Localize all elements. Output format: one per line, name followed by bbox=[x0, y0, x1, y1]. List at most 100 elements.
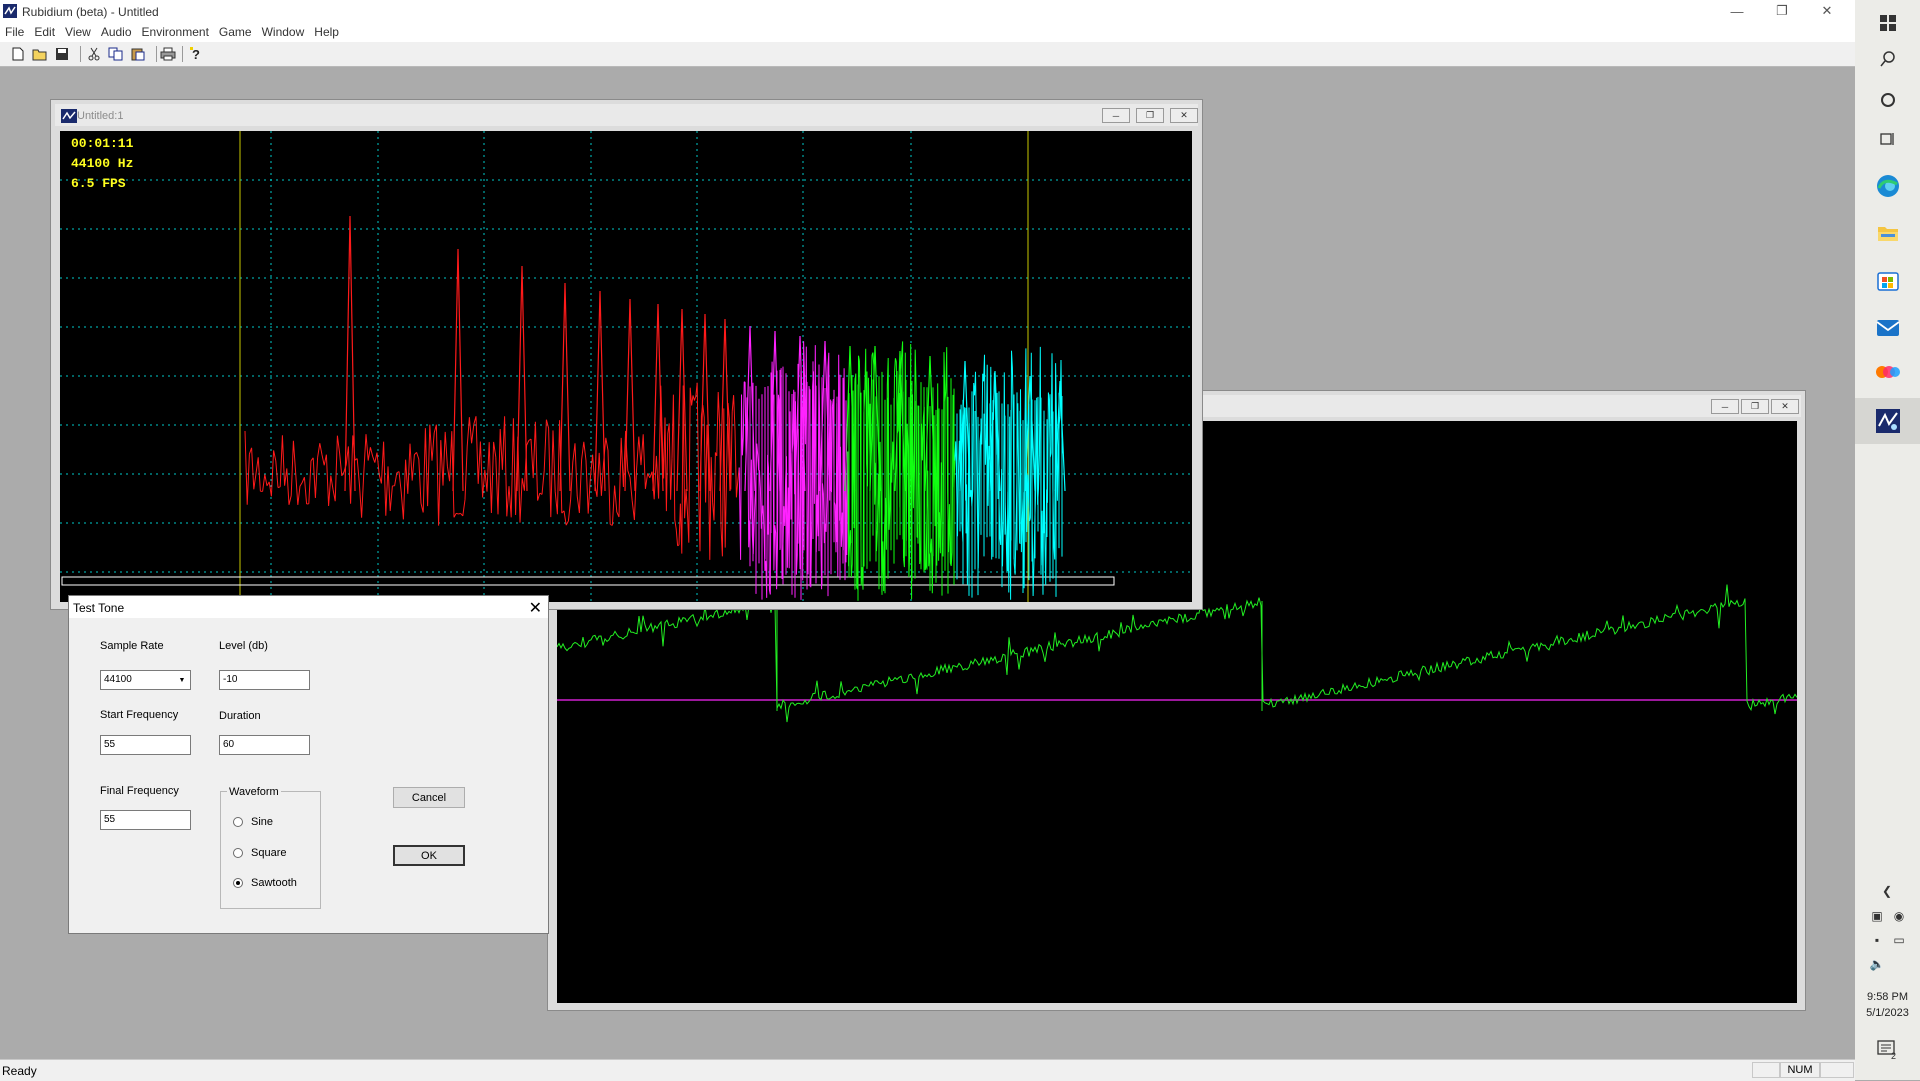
radio-label-square: Square bbox=[251, 847, 287, 859]
spectrum-peak bbox=[452, 248, 464, 492]
duration-label: Duration bbox=[219, 710, 261, 722]
app-title: Rubidium (beta) - Untitled bbox=[22, 5, 159, 19]
status-text: Ready bbox=[2, 1064, 37, 1078]
help-icon[interactable]: ? bbox=[188, 46, 204, 62]
time-readout: 00:01:11 bbox=[71, 136, 134, 151]
app-logo-icon bbox=[3, 4, 17, 18]
chevron-left-icon[interactable]: ❮ bbox=[1877, 882, 1897, 900]
svg-text:?: ? bbox=[192, 47, 200, 61]
minimize-button[interactable]: — bbox=[1715, 0, 1759, 22]
menu-file[interactable]: File bbox=[0, 23, 29, 41]
toolbar-separator bbox=[156, 46, 157, 62]
minimize-button[interactable]: ─ bbox=[1102, 108, 1130, 123]
network-icon[interactable]: ▣ bbox=[1867, 907, 1887, 925]
app-icon[interactable] bbox=[1855, 349, 1920, 395]
file-explorer-icon[interactable] bbox=[1855, 210, 1920, 256]
display-icon[interactable]: ▭ bbox=[1889, 931, 1909, 949]
status-pane-scroll bbox=[1820, 1062, 1854, 1078]
volume-icon[interactable]: 🔈 bbox=[1867, 955, 1887, 973]
spectrum-peak bbox=[624, 298, 636, 492]
radio-label-sawtooth: Sawtooth bbox=[251, 877, 297, 889]
radio-button-sine[interactable] bbox=[233, 817, 243, 827]
save-icon[interactable] bbox=[54, 46, 70, 62]
print-icon[interactable] bbox=[160, 46, 176, 62]
start-frequency-value: 55 bbox=[104, 739, 116, 750]
notification-count: 2 bbox=[1891, 1051, 1896, 1060]
chevron-down-icon[interactable]: ▼ bbox=[175, 672, 189, 688]
close-button[interactable]: ✕ bbox=[1170, 108, 1198, 123]
menu-view[interactable]: View bbox=[60, 23, 96, 41]
radio-label-sine: Sine bbox=[251, 816, 274, 828]
action-center-icon[interactable]: 2 bbox=[1855, 1030, 1920, 1070]
level-field[interactable]: -10 bbox=[219, 670, 310, 690]
spectrum-plot[interactable]: 00:01:11 44100 Hz 6.5 FPS bbox=[60, 131, 1192, 602]
status-bar: Ready NUM bbox=[0, 1059, 1855, 1081]
toolbar: ? bbox=[0, 42, 1855, 67]
fps-readout: 6.5 FPS bbox=[71, 176, 126, 191]
spectrum-trace bbox=[244, 382, 740, 560]
wifi-icon[interactable]: ◉ bbox=[1889, 907, 1909, 925]
duration-field[interactable]: 60 bbox=[219, 735, 310, 755]
clock-time: 9:58 PM bbox=[1867, 991, 1908, 1003]
spectrum-osd: 00:01:11 44100 Hz 6.5 FPS bbox=[71, 134, 133, 194]
search-icon[interactable] bbox=[1855, 36, 1920, 82]
close-button[interactable]: ✕ bbox=[1805, 0, 1849, 22]
sample-rate-value: 44100 bbox=[104, 674, 132, 685]
spectrum-peak bbox=[559, 282, 571, 492]
test-tone-dialog: Test Tone ✕ Sample Rate 44100 ▼ Level (d… bbox=[68, 595, 549, 934]
menu-bar: File Edit View Audio Environment Game Window He… bbox=[0, 23, 1855, 42]
task-view-icon[interactable] bbox=[1855, 116, 1920, 162]
menu-window[interactable]: Window bbox=[257, 23, 310, 41]
waveform-option-sawtooth[interactable]: Sawtooth bbox=[233, 877, 297, 889]
restore-button[interactable]: ❐ bbox=[1760, 0, 1804, 22]
final-frequency-field[interactable]: 55 bbox=[100, 810, 191, 830]
restore-button[interactable]: ❐ bbox=[1741, 399, 1769, 414]
notification-icon[interactable]: ▪ bbox=[1867, 931, 1887, 949]
copy-icon[interactable] bbox=[108, 46, 124, 62]
menu-help[interactable]: Help bbox=[309, 23, 344, 41]
spectrum-peak bbox=[344, 215, 356, 492]
level-label: Level (db) bbox=[219, 640, 268, 652]
final-frequency-value: 55 bbox=[104, 814, 116, 825]
final-frequency-label: Final Frequency bbox=[100, 785, 179, 797]
paste-icon[interactable] bbox=[130, 46, 146, 62]
dialog-close-icon[interactable]: ✕ bbox=[529, 598, 542, 618]
rubidium-app-icon[interactable] bbox=[1855, 398, 1920, 444]
num-lock-indicator: NUM bbox=[1780, 1062, 1820, 1078]
menu-edit[interactable]: Edit bbox=[29, 23, 60, 41]
spectrum-window-title-bar: Untitled:1 ─ ❐ ✕ bbox=[55, 104, 1198, 126]
close-button[interactable]: ✕ bbox=[1771, 399, 1799, 414]
dialog-title-bar: Test Tone ✕ bbox=[69, 596, 548, 618]
spectrum-window-title: Untitled:1 bbox=[77, 110, 124, 122]
open-icon[interactable] bbox=[32, 46, 48, 62]
edge-icon[interactable] bbox=[1855, 163, 1920, 209]
scroll-track bbox=[61, 576, 1115, 586]
toolbar-separator bbox=[182, 46, 183, 62]
document-icon bbox=[61, 109, 77, 123]
menu-audio[interactable]: Audio bbox=[96, 23, 137, 41]
sample-rate-readout: 44100 Hz bbox=[71, 156, 134, 171]
dialog-title: Test Tone bbox=[73, 601, 125, 615]
ok-button[interactable]: OK bbox=[393, 845, 465, 866]
toolbar-separator bbox=[80, 46, 81, 62]
radio-button-square[interactable] bbox=[233, 848, 243, 858]
waveform-option-square[interactable]: Square bbox=[233, 847, 286, 859]
cancel-button[interactable]: Cancel bbox=[393, 787, 465, 808]
spectrum-svg bbox=[60, 131, 1192, 602]
restore-button[interactable]: ❐ bbox=[1136, 108, 1164, 123]
cut-icon[interactable] bbox=[86, 46, 102, 62]
menu-environment[interactable]: Environment bbox=[137, 23, 214, 41]
start-frequency-field[interactable]: 55 bbox=[100, 735, 191, 755]
status-pane-caps bbox=[1752, 1062, 1780, 1078]
sample-rate-select[interactable]: 44100 ▼ bbox=[100, 670, 191, 690]
minimize-button[interactable]: ─ bbox=[1711, 399, 1739, 414]
store-icon[interactable] bbox=[1855, 257, 1920, 303]
radio-button-sawtooth[interactable] bbox=[233, 878, 243, 888]
taskbar: ❮ ▣ ◉ ▪ ▭ 🔈 9:58 PM 5/1/2023 2 bbox=[1855, 0, 1920, 1080]
new-icon[interactable] bbox=[10, 46, 26, 62]
level-value: -10 bbox=[223, 674, 238, 685]
clock[interactable]: 9:58 PM 5/1/2023 bbox=[1855, 989, 1920, 1021]
mail-icon[interactable] bbox=[1855, 305, 1920, 351]
menu-game[interactable]: Game bbox=[214, 23, 257, 41]
waveform-option-sine[interactable]: Sine bbox=[233, 816, 273, 828]
